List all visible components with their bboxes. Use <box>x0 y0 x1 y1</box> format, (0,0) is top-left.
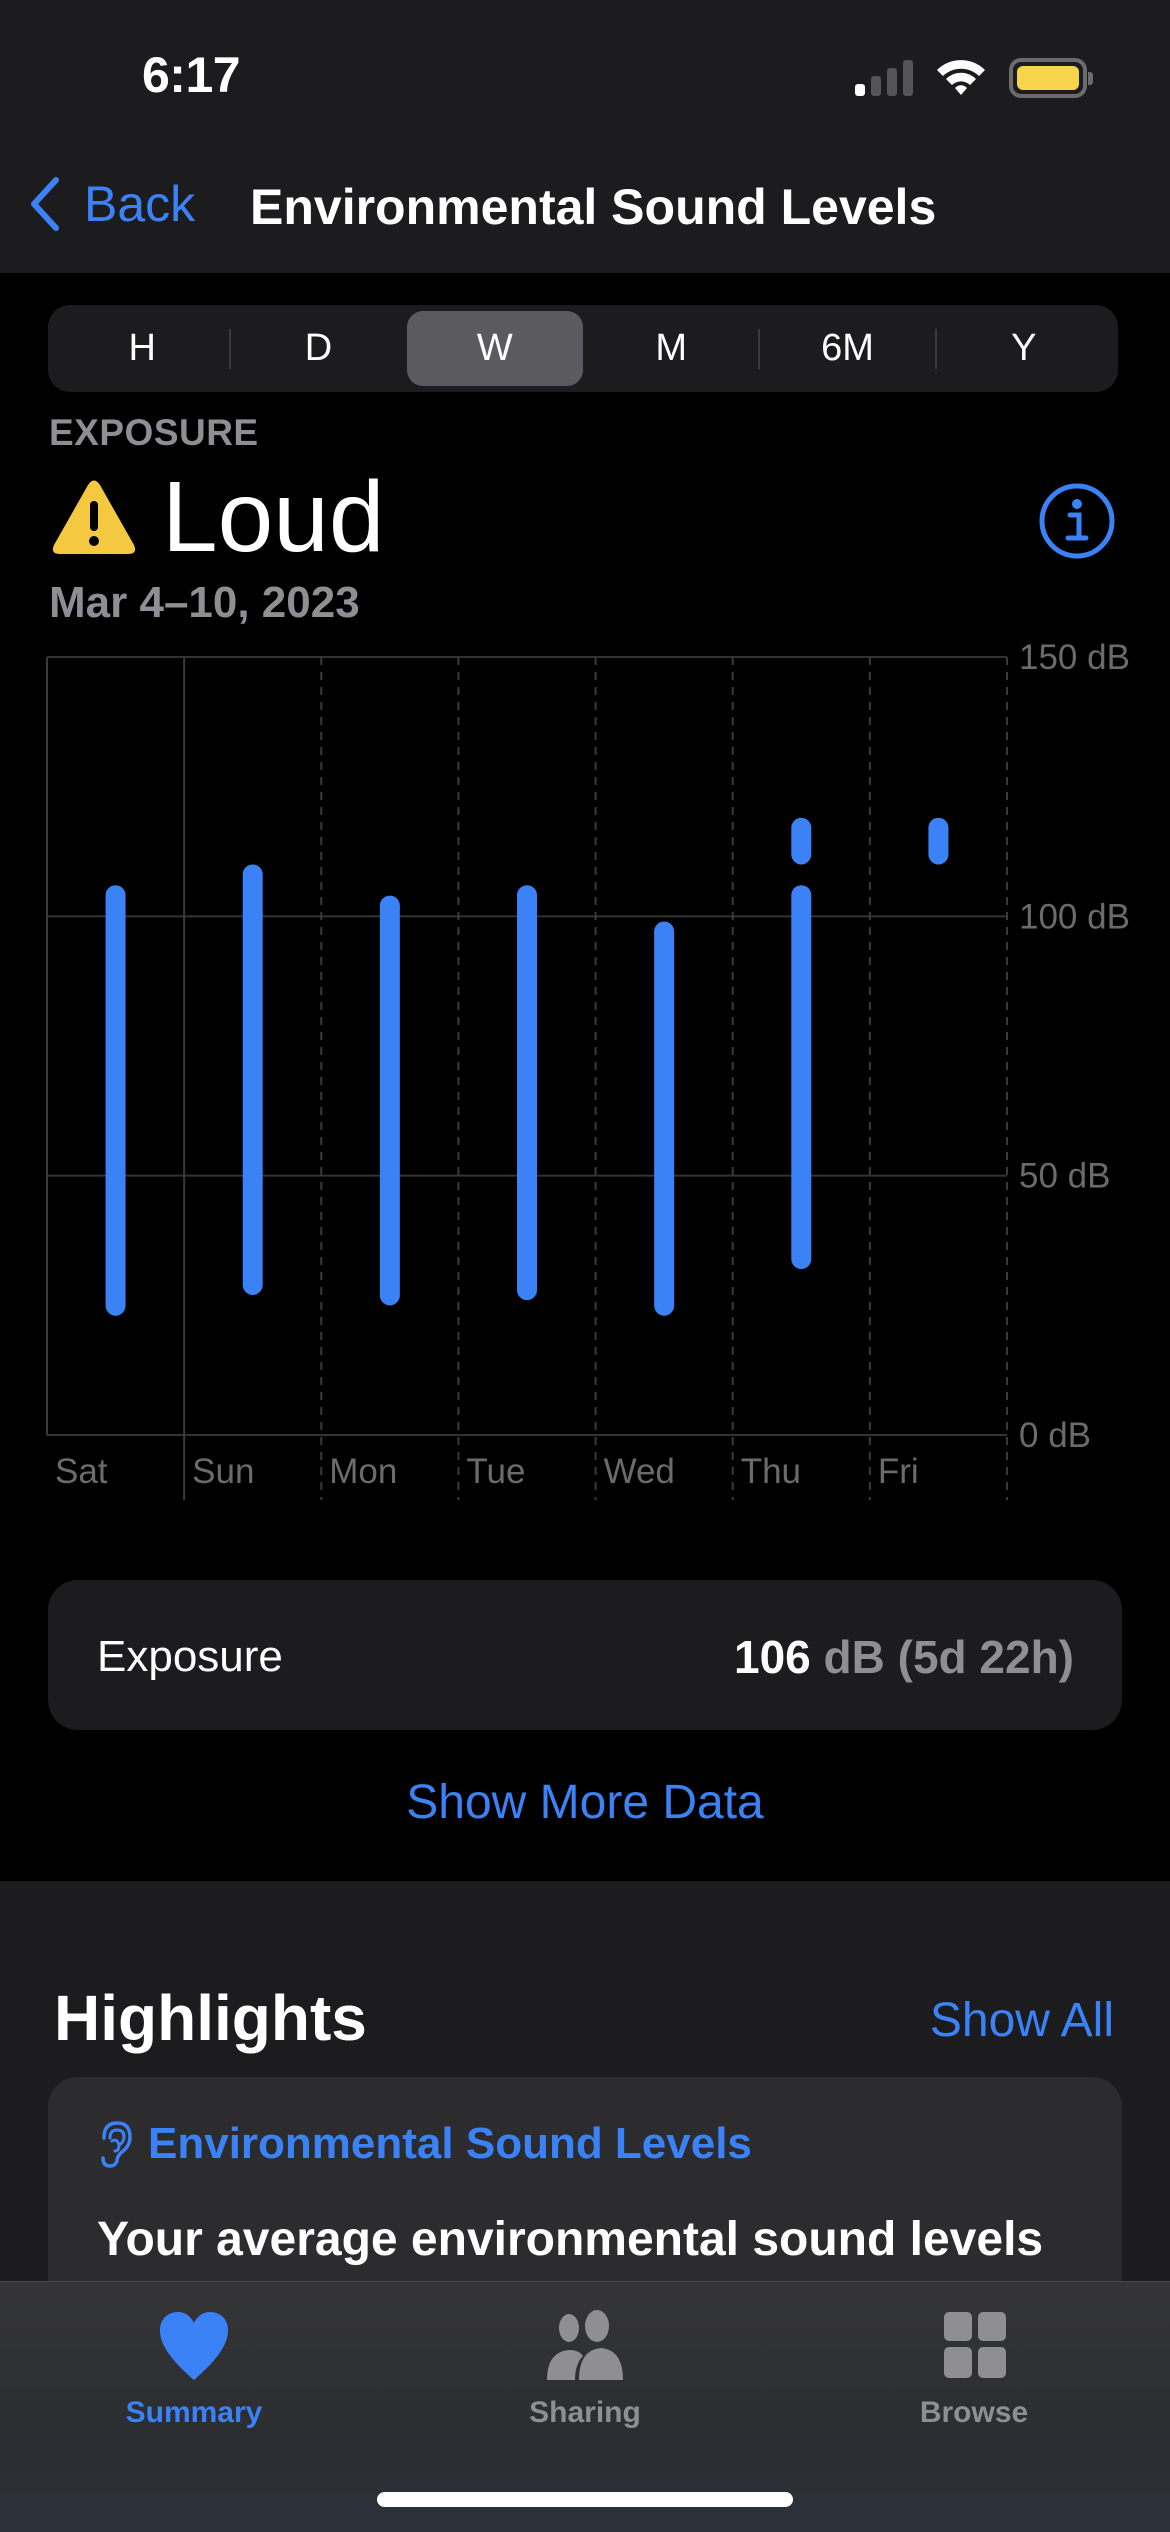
y-tick-label: 100 dB <box>1019 897 1130 936</box>
segment-divider <box>229 329 232 369</box>
x-tick-label: Wed <box>604 1452 675 1491</box>
exposure-card-value: 106 dB (5d 22h) <box>734 1630 1074 1684</box>
range-bar-thu[interactable] <box>791 817 812 865</box>
status-bar: 6:17 <box>0 0 1170 150</box>
range-bar-thu[interactable] <box>791 885 812 1270</box>
home-indicator <box>377 2492 793 2507</box>
people-icon <box>547 2310 623 2380</box>
sound-level-chart: 0 dB 50 dB 100 dB 150 dB Sat Sun Mon Tue Wed Thu F… <box>0 620 1170 1500</box>
highlights-title: Highlights <box>54 1982 367 2054</box>
range-bar-fri[interactable] <box>928 817 949 865</box>
tab-summary-label: Summary <box>125 2396 263 2429</box>
tab-browse-label: Browse <box>919 2396 1029 2429</box>
segment-w[interactable]: W <box>406 311 583 386</box>
segment-divider <box>934 329 937 369</box>
y-tick-label: 150 dB <box>1019 638 1130 677</box>
wifi-icon <box>937 60 985 95</box>
ear-icon <box>101 2121 132 2168</box>
range-bar-wed[interactable] <box>654 921 675 1316</box>
x-tick-label: Mon <box>329 1452 397 1491</box>
exposure-value-unit: dB <box>823 1631 885 1683</box>
highlight-card-header: Environmental Sound Levels <box>98 2119 752 2169</box>
range-bar-sat[interactable] <box>105 885 126 1316</box>
tab-browse[interactable]: Browse <box>824 2310 1124 2450</box>
segment-divider <box>758 329 761 369</box>
segment-h[interactable]: H <box>54 305 230 392</box>
back-button[interactable]: Back <box>24 174 195 234</box>
segment-m[interactable]: M <box>583 305 759 392</box>
exposure-summary-card: Exposure 106 dB (5d 22h) <box>48 1580 1122 1730</box>
segment-d[interactable]: D <box>230 305 406 392</box>
y-tick-label: 50 dB <box>1019 1157 1110 1196</box>
tab-sharing[interactable]: Sharing <box>435 2310 735 2450</box>
navigation-bar: Back Environmental Sound Levels <box>0 150 1170 273</box>
cellular-signal-icon <box>855 60 915 96</box>
exposure-card-label: Exposure <box>97 1632 283 1681</box>
heart-icon <box>160 2312 228 2380</box>
segment-6m[interactable]: 6M <box>759 305 935 392</box>
y-tick-label: 0 dB <box>1019 1416 1091 1455</box>
back-label: Back <box>84 176 196 232</box>
x-tick-label: Thu <box>741 1452 801 1491</box>
show-more-data-button[interactable]: Show More Data <box>0 1775 1170 1830</box>
exposure-section-label: EXPOSURE <box>49 412 259 453</box>
exposure-value-number: 106 <box>733 1631 811 1683</box>
highlight-card-title: Environmental Sound Levels <box>148 2119 752 2168</box>
status-time: 6:17 <box>142 47 241 103</box>
x-tick-label: Sun <box>192 1452 254 1491</box>
segment-y[interactable]: Y <box>936 305 1112 392</box>
exposure-status: Loud <box>50 460 385 573</box>
show-all-button[interactable]: Show All <box>930 1993 1114 2048</box>
range-bar-mon[interactable] <box>379 895 400 1306</box>
grid-icon <box>944 2312 1006 2378</box>
chart-svg: 0 dB 50 dB 100 dB 150 dB Sat Sun Mon Tue Wed Thu F… <box>46 638 1130 1500</box>
highlight-card-text: Your average environmental sound levels <box>97 2213 1044 2266</box>
range-bar-sun[interactable] <box>242 864 263 1295</box>
time-range-segmented-control: H D W M 6M Y <box>48 305 1118 392</box>
tab-sharing-label: Sharing <box>529 2396 641 2429</box>
page-title: Environmental Sound Levels <box>250 179 937 235</box>
info-icon[interactable] <box>1038 482 1116 560</box>
exposure-value-duration: (5d 22h) <box>897 1631 1074 1683</box>
x-tick-label: Sat <box>55 1452 108 1491</box>
x-tick-label: Tue <box>466 1452 525 1491</box>
exposure-status-text: Loud <box>162 460 385 573</box>
warning-icon <box>52 480 136 554</box>
battery-icon <box>1009 58 1093 98</box>
chevron-left-icon <box>31 177 59 231</box>
range-bar-tue[interactable] <box>517 885 537 1301</box>
tab-summary[interactable]: Summary <box>44 2310 344 2450</box>
x-tick-label: Fri <box>878 1452 919 1491</box>
